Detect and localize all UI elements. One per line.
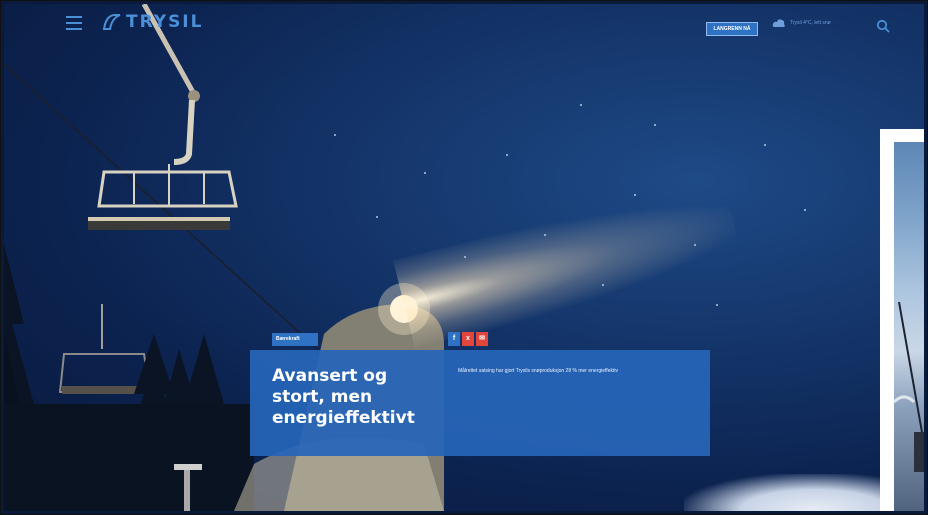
- menu-icon[interactable]: [66, 16, 82, 30]
- article-card[interactable]: Avansert og stort, men energieffektivt M…: [250, 350, 710, 456]
- facebook-share-icon[interactable]: f: [448, 332, 460, 346]
- hero-section: TRYSIL LANGRENN NÅ Trysil 4°C, lett snø …: [4, 4, 924, 511]
- article-description: Målrettet satsing har gjort Trysils snøp…: [458, 368, 618, 374]
- social-share-buttons: f x ✉: [448, 332, 488, 346]
- trysil-logo-mark: [102, 14, 121, 30]
- email-share-icon[interactable]: ✉: [476, 332, 488, 346]
- article-title[interactable]: Avansert og stort, men energieffektivt: [272, 366, 442, 429]
- book-now-button[interactable]: LANGRENN NÅ: [706, 22, 758, 36]
- weather-widget[interactable]: Trysil 4°C, lett snø: [772, 18, 872, 28]
- site-header: TRYSIL LANGRENN NÅ Trysil 4°C, lett snø: [4, 4, 924, 44]
- search-icon[interactable]: [876, 19, 890, 33]
- logo-text: TRYSIL: [126, 12, 204, 32]
- category-badge[interactable]: Bærekraft: [272, 333, 318, 346]
- next-slide-lift-illustration: [894, 301, 924, 472]
- cloud-icon: [772, 19, 785, 27]
- weather-text: Trysil 4°C, lett snø: [790, 20, 831, 26]
- site-logo[interactable]: TRYSIL: [102, 12, 203, 32]
- x-share-icon[interactable]: x: [462, 332, 474, 346]
